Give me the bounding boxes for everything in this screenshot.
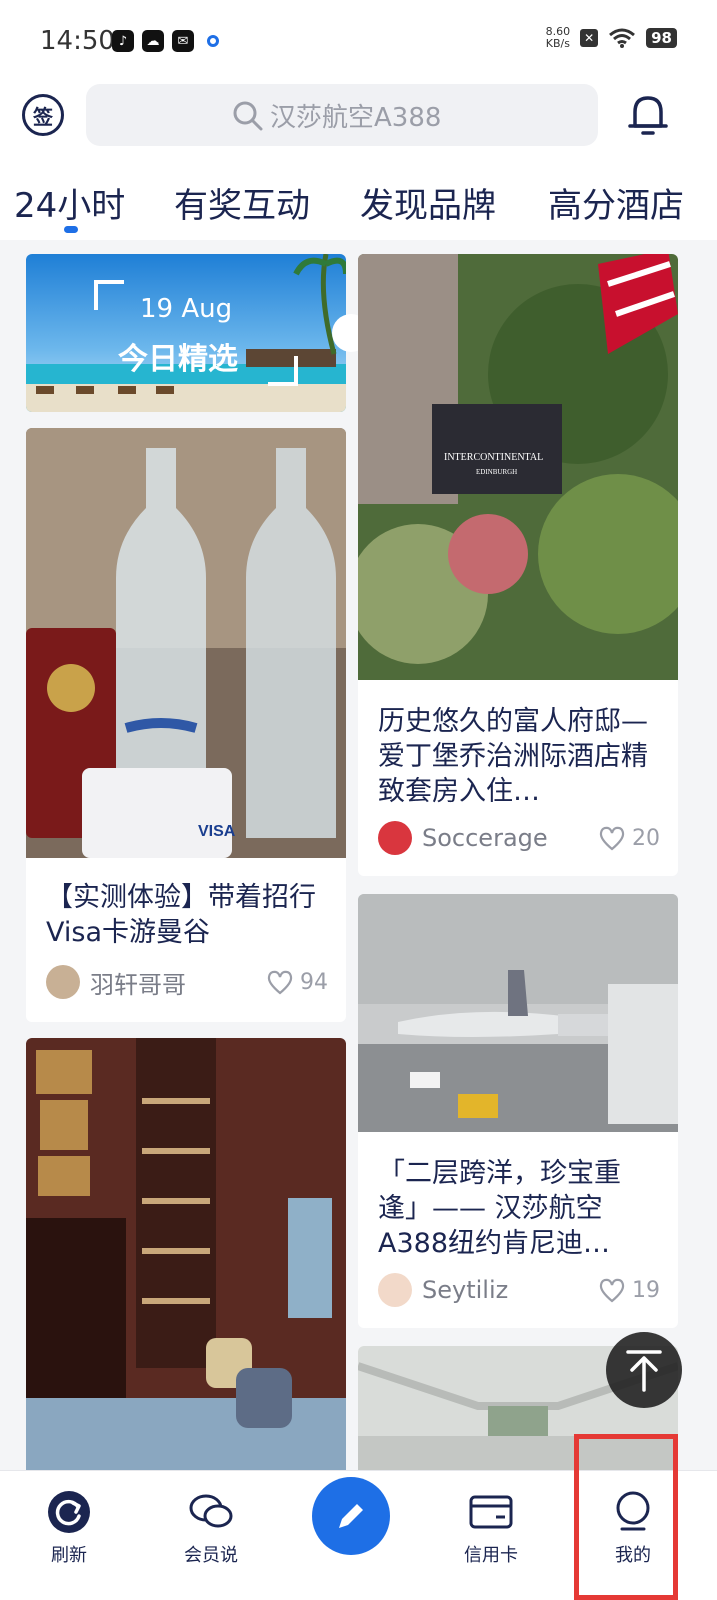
feed-card[interactable]: VISA 【实测体验】带着招行Visa卡游曼谷 羽轩哥哥 94	[26, 428, 346, 1022]
bell-icon[interactable]	[627, 92, 669, 138]
nav-refresh[interactable]: 刷新	[24, 1489, 114, 1567]
app-logo[interactable]: 签	[22, 94, 64, 136]
tab-rewards[interactable]: 有奖互动	[174, 178, 310, 227]
nav-label: 会员说	[184, 1545, 238, 1566]
like-icon	[267, 970, 293, 995]
hotel-library-interior-image	[26, 1038, 346, 1478]
mail-icon: ✉	[172, 30, 194, 52]
tab-brands[interactable]: 发现品牌	[360, 178, 496, 227]
like-button[interactable]: 94	[266, 969, 328, 995]
feed-card[interactable]: 「二层跨洋，珍宝重逢」—— 汉莎航空A388纽约肯尼迪… Seytiliz 19	[358, 894, 678, 1328]
nav-member-talk[interactable]: 会员说	[166, 1489, 256, 1567]
author-name: Soccerage	[422, 824, 548, 852]
card-meta: Seytiliz 19	[378, 1272, 660, 1308]
like-button[interactable]: 20	[598, 825, 660, 851]
chat-icon	[189, 1494, 233, 1528]
nav-label: 信用卡	[464, 1545, 518, 1566]
active-tab-indicator	[64, 226, 78, 233]
net-speed-unit: KB/s	[545, 37, 570, 50]
nav-label: 刷新	[51, 1545, 87, 1566]
card-title: 历史悠久的富人府邸—爱丁堡乔治洲际酒店精致套房入住…	[378, 706, 648, 807]
a380-at-gate-image	[358, 894, 678, 1132]
card-icon	[469, 1495, 513, 1529]
status-bar: 14:50 ♪ ☁ ✉ 8.60 KB/s ✕ 98	[0, 0, 717, 80]
search-placeholder: 汉莎航空A388	[270, 102, 442, 133]
daily-pick-banner[interactable]: 19 Aug 今日精选	[26, 254, 346, 412]
pencil-icon	[339, 1504, 363, 1528]
like-count: 20	[632, 825, 660, 851]
category-tabs: 24小时 有奖互动 发现品牌 高分酒店	[0, 178, 717, 238]
back-to-top-button[interactable]	[606, 1332, 682, 1408]
status-indicators: 8.60 KB/s ✕ 98	[546, 26, 677, 50]
intercontinental-edinburgh-image: INTERCONTINENTAL EDINBURGH	[358, 254, 678, 680]
cloud-icon: ☁	[142, 30, 164, 52]
author-name: 羽轩哥哥	[90, 970, 186, 999]
like-icon	[599, 1278, 625, 1303]
bottles-passport-card-image: VISA	[26, 428, 346, 858]
search-icon	[233, 101, 263, 131]
net-speed: 8.60 KB/s	[546, 26, 571, 50]
svg-text:INTERCONTINENTAL: INTERCONTINENTAL	[444, 452, 543, 463]
corner-bracket-icon	[268, 356, 298, 386]
feed-card[interactable]	[26, 1038, 346, 1478]
compose-button[interactable]	[312, 1477, 390, 1555]
beach-banner-image	[26, 254, 346, 412]
tab-hotels[interactable]: 高分酒店	[548, 178, 684, 227]
feed-card[interactable]: INTERCONTINENTAL EDINBURGH 历史悠久的富人府邸—爱丁堡…	[358, 254, 678, 876]
search-bar[interactable]: 汉莎航空A388	[86, 84, 598, 146]
like-icon	[599, 826, 625, 851]
blue-circle-icon	[202, 30, 224, 52]
svg-text:EDINBURGH: EDINBURGH	[476, 468, 517, 476]
like-count: 94	[300, 969, 328, 995]
refresh-icon	[48, 1491, 90, 1533]
tiktok-icon: ♪	[112, 30, 134, 52]
battery-icon: 98	[646, 28, 677, 48]
card-meta: Soccerage 20	[378, 820, 660, 856]
close-box-icon: ✕	[580, 29, 599, 47]
avatar	[46, 965, 80, 999]
status-notification-icons: ♪ ☁ ✉	[112, 30, 224, 52]
header: 签 汉莎航空A388 24小时 有奖互动 发现品牌 高分酒店	[0, 80, 717, 240]
corner-bracket-icon	[94, 280, 124, 310]
author-name: Seytiliz	[422, 1276, 509, 1304]
daily-pick-title: 今日精选	[118, 342, 238, 377]
daily-pick-date: 19 Aug	[140, 294, 233, 324]
avatar	[378, 821, 412, 855]
card-title: 【实测体验】带着招行Visa卡游曼谷	[46, 882, 316, 948]
highlight-box	[574, 1434, 678, 1600]
like-button[interactable]: 19	[598, 1277, 660, 1303]
avatar	[378, 1273, 412, 1307]
wifi-icon	[609, 28, 636, 48]
arrow-up-icon	[626, 1350, 662, 1392]
tab-24h[interactable]: 24小时	[14, 178, 125, 227]
nav-credit-card[interactable]: 信用卡	[446, 1489, 536, 1567]
like-count: 19	[632, 1277, 660, 1303]
status-time: 14:50	[40, 26, 115, 56]
card-title: 「二层跨洋，珍宝重逢」—— 汉莎航空A388纽约肯尼迪…	[378, 1158, 621, 1259]
card-meta: 羽轩哥哥 94	[46, 964, 328, 1000]
svg-text:VISA: VISA	[198, 823, 236, 840]
